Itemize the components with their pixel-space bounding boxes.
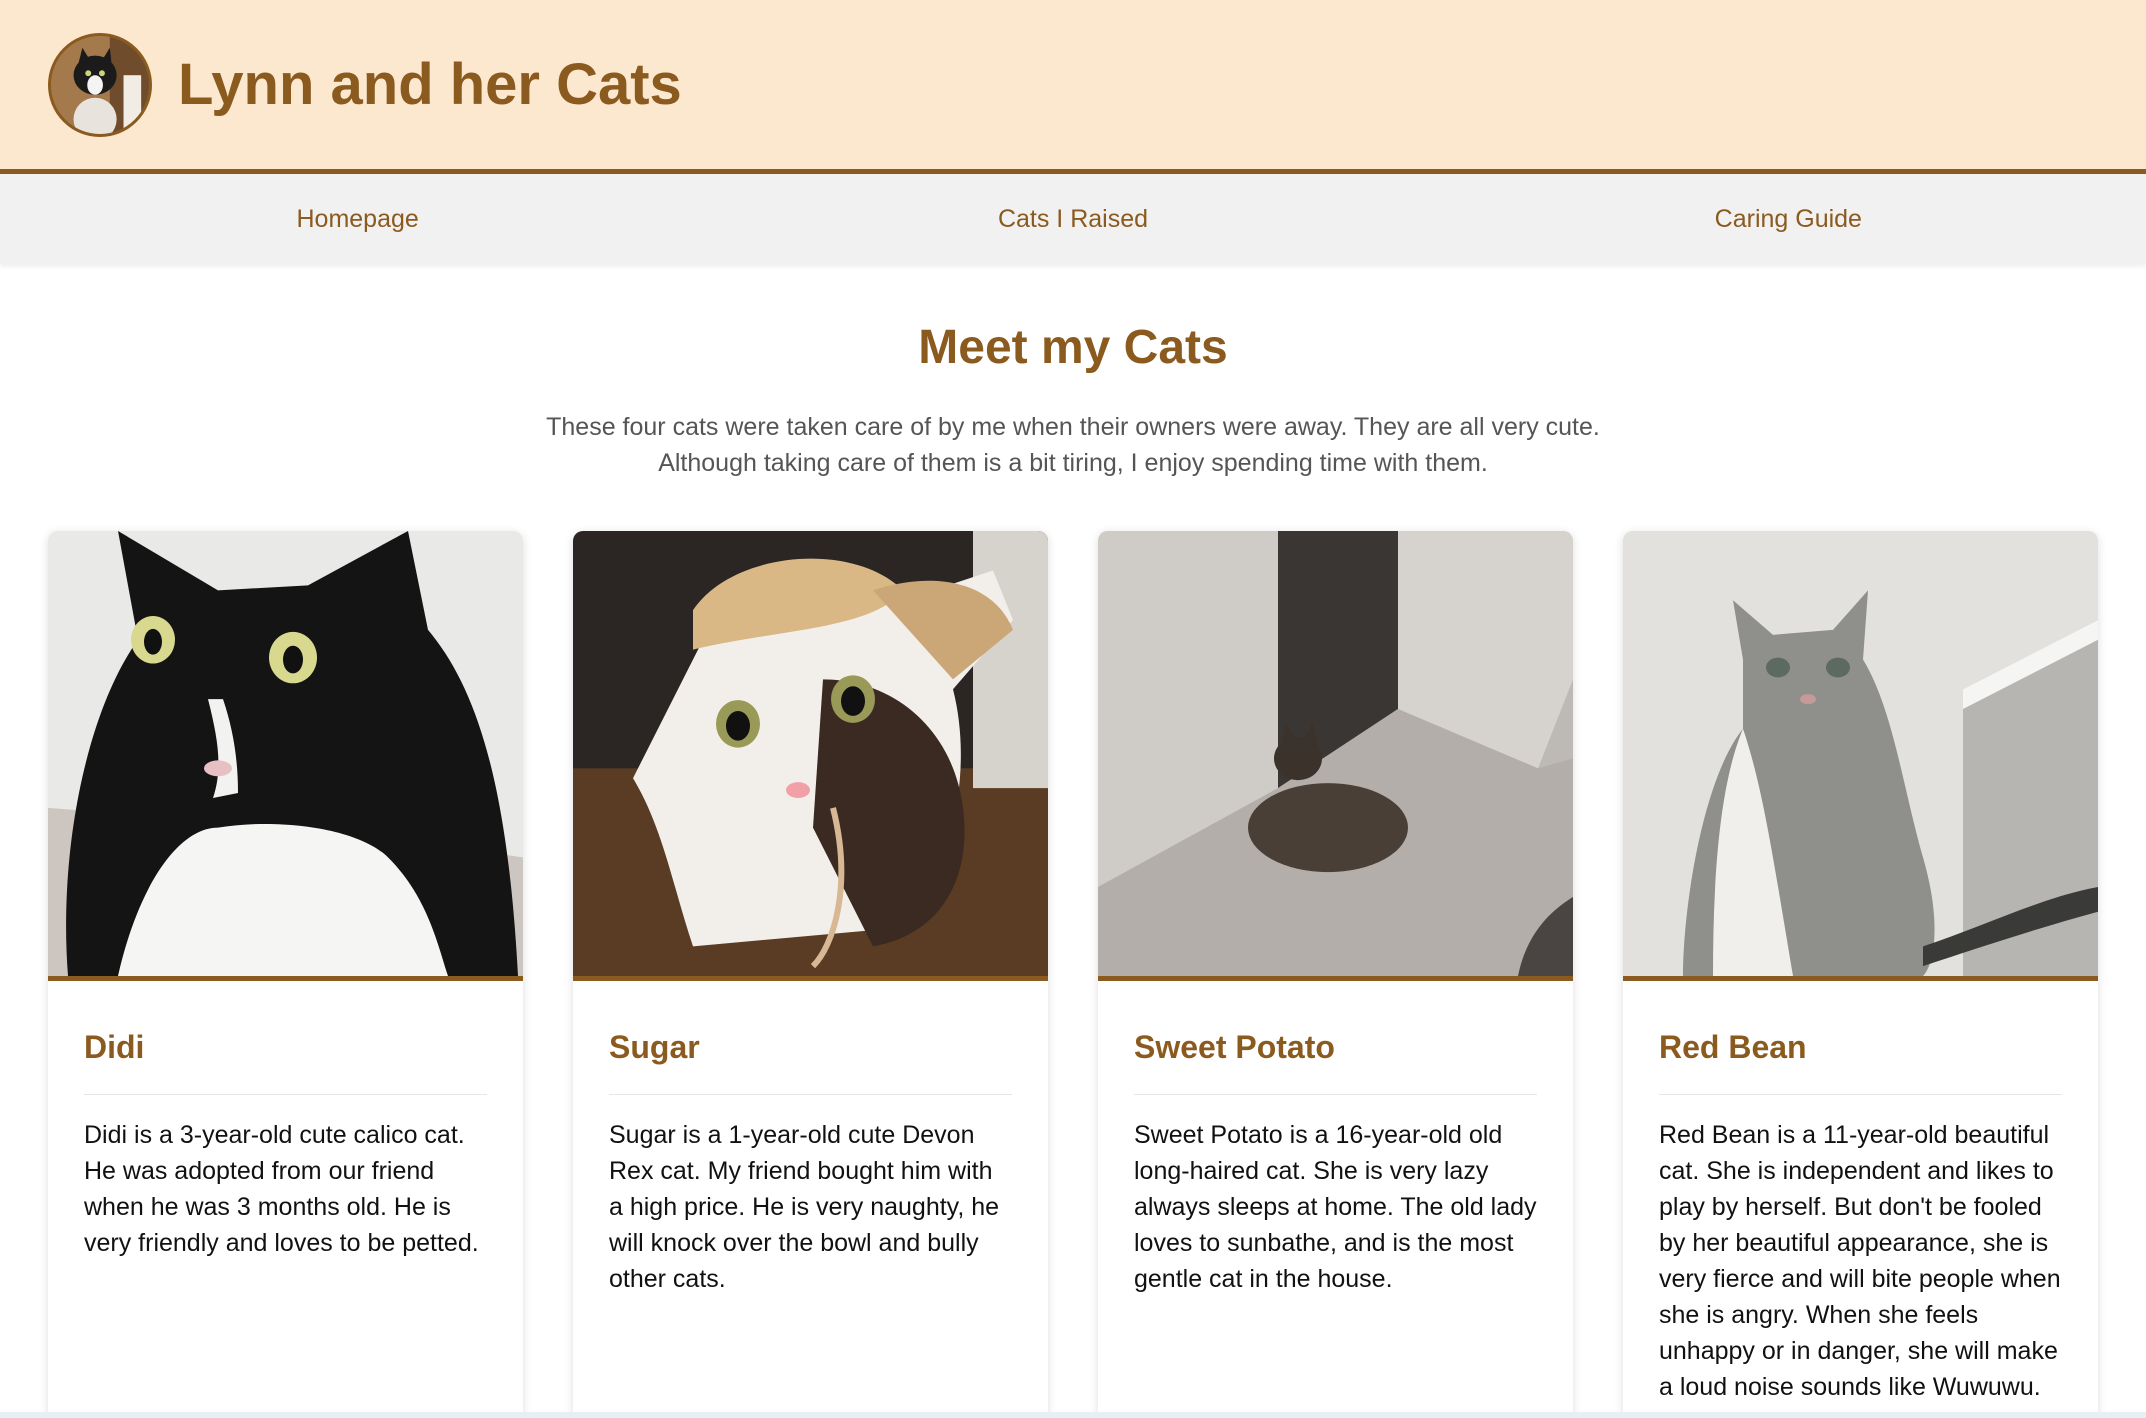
- cat-description: Red Bean is a 11-year-old beautiful cat.…: [1659, 1121, 2061, 1401]
- page-heading: Meet my Cats: [918, 321, 1228, 374]
- intro-section: Meet my Cats These four cats were taken …: [0, 264, 2146, 481]
- cat-in-hat-photo: [573, 531, 1048, 981]
- avatar[interactable]: [48, 32, 152, 137]
- cat-name: Sweet Potato: [1134, 1029, 1537, 1095]
- nav-item-caring-guide[interactable]: Caring Guide: [1431, 174, 2146, 264]
- cat-card-sweet-potato: Sweet Potato Sweet Potato is a 16-year-o…: [1098, 531, 1573, 1418]
- tabby-cat-photo: [1623, 531, 2098, 981]
- cat-card-sugar: Sugar Sugar is a 1-year-old cute Devon R…: [573, 531, 1048, 1418]
- site-title: Lynn and her Cats: [178, 52, 682, 117]
- cat-card-red-bean: Red Bean Red Bean is a 11-year-old beaut…: [1623, 531, 2098, 1418]
- cat-cards: Didi Didi is a 3-year-old cute calico ca…: [0, 531, 2146, 1418]
- cat-description: Didi is a 3-year-old cute calico cat. He…: [84, 1121, 479, 1257]
- nav-item-homepage[interactable]: Homepage: [0, 174, 715, 264]
- cat-description: Sweet Potato is a 16-year-old old long-h…: [1134, 1121, 1537, 1293]
- cat-card-didi: Didi Didi is a 3-year-old cute calico ca…: [48, 531, 523, 1418]
- cat-name: Didi: [84, 1029, 487, 1095]
- cat-description: Sugar is a 1-year-old cute Devon Rex cat…: [609, 1121, 1000, 1293]
- cat-name: Red Bean: [1659, 1029, 2062, 1095]
- cat-avatar-icon: [51, 35, 149, 134]
- intro-text: These four cats were taken care of by me…: [546, 413, 1600, 477]
- cat-name: Sugar: [609, 1029, 1012, 1095]
- main-nav: Homepage Cats I Raised Caring Guide: [0, 174, 2146, 264]
- tuxedo-cat-photo: [48, 531, 523, 981]
- site-header: Lynn and her Cats: [0, 0, 2146, 174]
- cat-on-carpet-photo: [1098, 531, 1573, 981]
- nav-item-cats-i-raised[interactable]: Cats I Raised: [715, 174, 1430, 264]
- page-bottom-edge: [0, 1412, 2146, 1418]
